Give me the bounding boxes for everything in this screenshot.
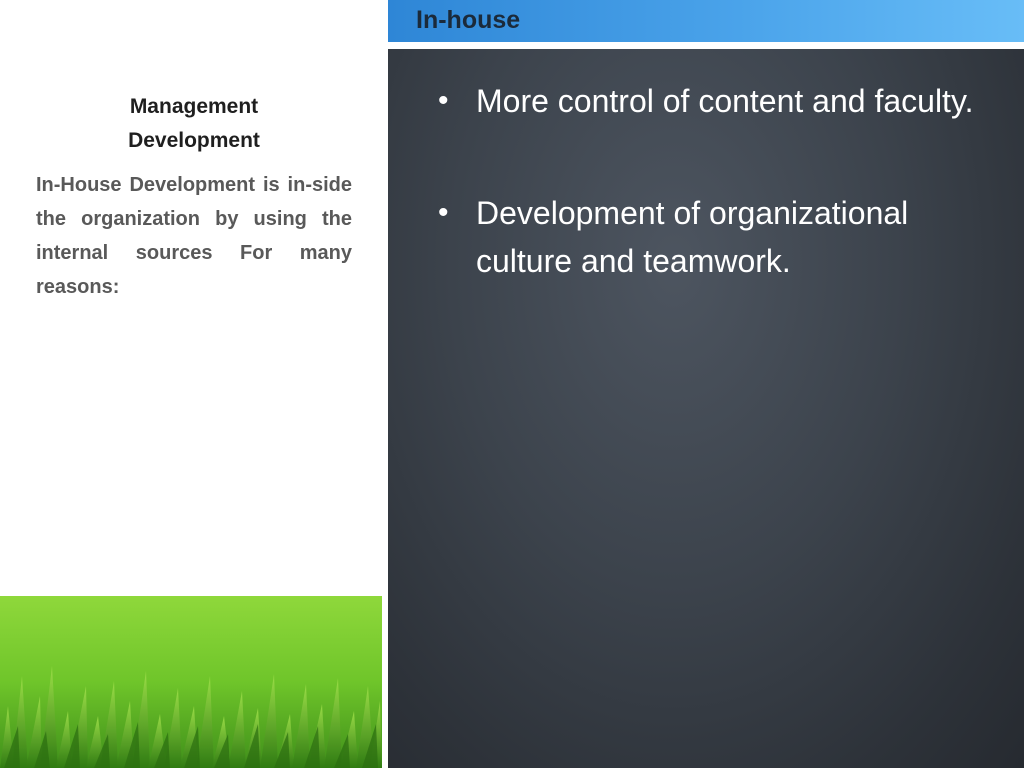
header-bar: In-house <box>388 0 1024 42</box>
header-title: In-house <box>416 6 521 34</box>
slide-title: Management Development <box>36 90 352 158</box>
left-panel: Management Development In-House Developm… <box>0 0 388 768</box>
bullet-text: Development of organizational culture an… <box>476 195 909 279</box>
bullet-item: • More control of content and faculty. <box>388 77 1024 125</box>
bullet-list: • More control of content and faculty. •… <box>388 77 1024 349</box>
header-divider <box>388 42 1024 49</box>
bullet-text: More control of content and faculty. <box>476 83 974 119</box>
slide: Management Development In-House Developm… <box>0 0 1024 768</box>
bullet-dot-icon: • <box>438 84 449 117</box>
bullet-item: • Development of organizational culture … <box>388 189 1024 285</box>
content-panel: • More control of content and faculty. •… <box>388 49 1024 768</box>
slide-title-line-2: Development <box>128 129 260 152</box>
grass-illustration <box>0 596 382 768</box>
intro-text: In-House Development is in-side the orga… <box>36 174 352 298</box>
slide-title-line-1: Management <box>129 95 259 118</box>
bullet-dot-icon: • <box>438 196 449 229</box>
